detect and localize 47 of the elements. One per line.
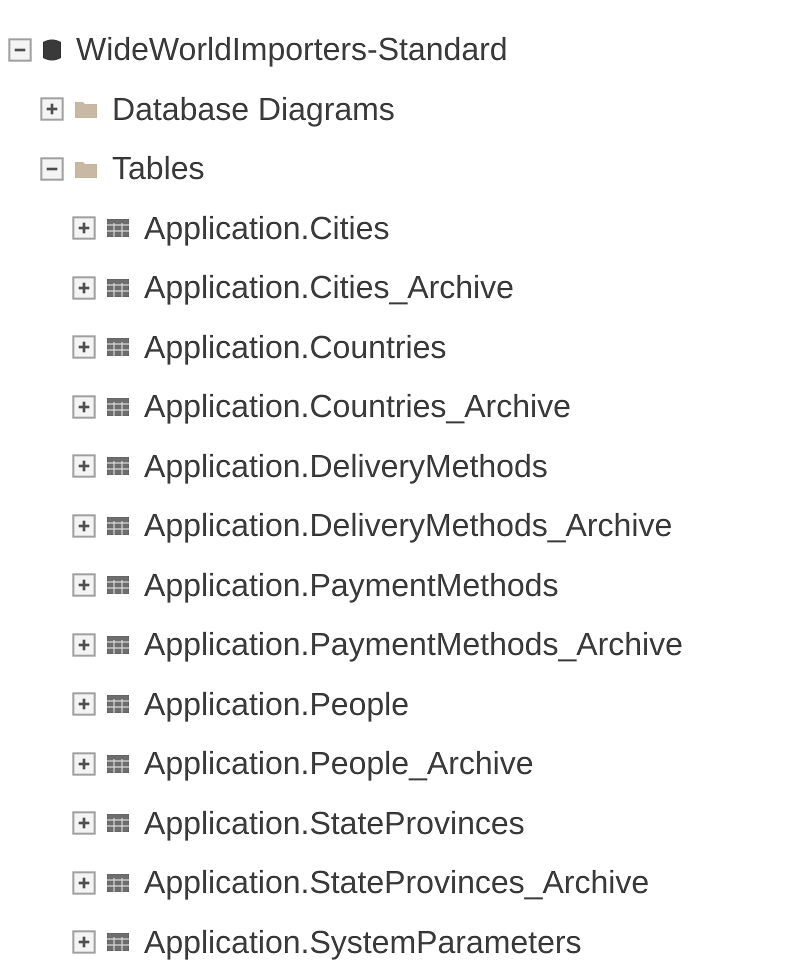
table-icon <box>106 218 130 238</box>
tree-item-label[interactable]: Application.StateProvinces <box>144 804 525 842</box>
folder-icon <box>74 99 98 120</box>
expand-icon[interactable] <box>72 870 96 895</box>
expand-icon[interactable] <box>72 752 96 776</box>
table-icon <box>106 694 130 714</box>
database-icon <box>42 38 62 62</box>
table-icon <box>106 754 130 774</box>
tree-item-label[interactable]: Application.PaymentMethods_Archive <box>144 626 683 664</box>
tree-item-label[interactable]: Application.SystemParameters <box>144 924 582 961</box>
expand-icon[interactable] <box>72 573 96 598</box>
expand-icon[interactable] <box>72 930 96 954</box>
expand-icon[interactable] <box>72 514 96 538</box>
table-icon <box>106 932 130 952</box>
table-icon <box>106 396 130 417</box>
table-icon <box>106 575 130 596</box>
tree-item-label[interactable]: WideWorldImporters-Standard <box>76 31 508 68</box>
tree-item-label[interactable]: Application.PaymentMethods <box>144 566 558 604</box>
tree-item-label[interactable]: Application.StateProvinces_Archive <box>144 864 650 902</box>
table-icon <box>106 456 130 476</box>
expand-icon[interactable] <box>72 394 96 419</box>
expand-icon[interactable] <box>72 216 96 240</box>
tree-item-label[interactable]: Application.DeliveryMethods_Archive <box>144 507 672 544</box>
expand-icon[interactable] <box>72 811 96 836</box>
tree-item-label[interactable]: Application.Cities_Archive <box>144 269 514 306</box>
tree-item-label[interactable]: Database Diagrams <box>112 90 395 128</box>
tree-item-label[interactable]: Application.DeliveryMethods <box>144 448 548 485</box>
table-icon <box>106 278 130 298</box>
tree-item-label[interactable]: Application.Cities <box>144 210 390 247</box>
table-icon <box>106 337 130 358</box>
collapse-icon[interactable] <box>40 156 64 181</box>
expand-icon[interactable] <box>40 97 64 122</box>
tree-item-label[interactable]: Application.Countries <box>144 328 446 366</box>
tree-item-label[interactable]: Tables <box>112 150 204 188</box>
expand-icon[interactable] <box>72 692 96 716</box>
expand-icon[interactable] <box>72 632 96 657</box>
table-icon <box>106 516 130 536</box>
expand-icon[interactable] <box>72 454 96 478</box>
tree-item-label[interactable]: Application.Countries_Archive <box>144 388 571 426</box>
table-icon <box>106 872 130 893</box>
table-icon <box>106 634 130 655</box>
tree-item-label[interactable]: Application.People_Archive <box>144 745 534 782</box>
tree-item-label[interactable]: Application.People <box>144 686 410 723</box>
expand-icon[interactable] <box>72 276 96 300</box>
table-icon <box>106 813 130 834</box>
expand-icon[interactable] <box>72 335 96 360</box>
collapse-icon[interactable] <box>8 38 32 62</box>
